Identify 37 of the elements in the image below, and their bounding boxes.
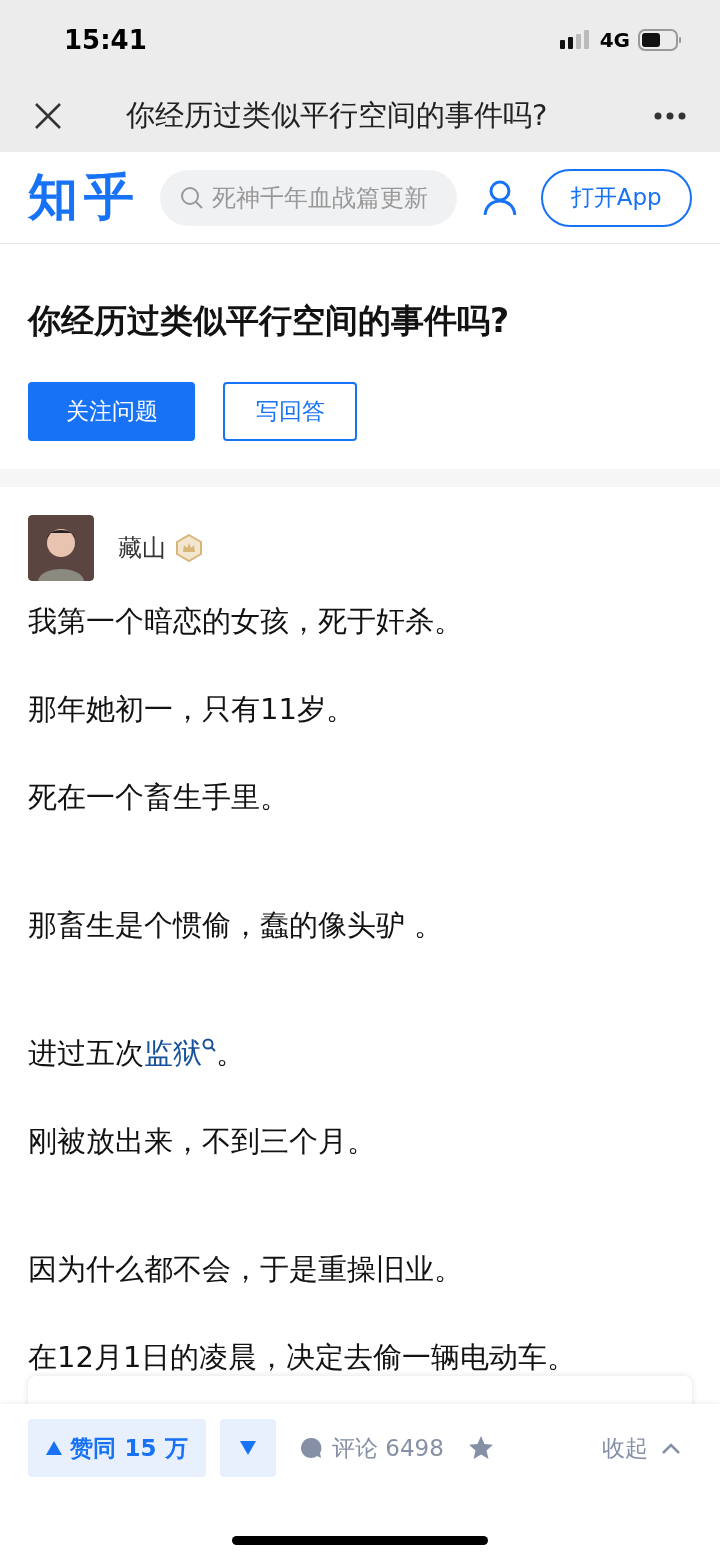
battery-icon <box>638 29 682 51</box>
search-icon <box>179 185 204 210</box>
search-field[interactable]: 死神千年血战篇更新 <box>159 169 457 226</box>
comment-icon <box>300 1437 322 1459</box>
signal-icon <box>559 30 592 50</box>
page-title: 你经历过类似平行空间的事件吗? <box>126 97 549 135</box>
collapse-button[interactable]: 收起 <box>602 1430 680 1466</box>
search-icon <box>202 1037 216 1052</box>
open-app-button[interactable]: 打开App <box>540 168 692 227</box>
badge-icon <box>176 533 202 562</box>
follow-button[interactable]: 关注问题 <box>28 381 195 441</box>
answer-paragraph: 因为什么都不会，于是重操旧业。 <box>28 1250 464 1288</box>
answer-paragraph: 进过五次监狱 。 <box>28 1034 246 1072</box>
status-time: 15:41 <box>64 23 147 57</box>
author-name[interactable]: 藏山 <box>118 529 166 566</box>
network-label: 4G <box>599 27 630 54</box>
down-triangle-icon <box>240 1441 256 1455</box>
chevron-up-icon <box>662 1442 680 1454</box>
answer-paragraph: 在12月1日的凌晨，决定去偷一辆电动车。 <box>28 1338 578 1376</box>
downvote-button[interactable] <box>220 1419 276 1477</box>
write-answer-button[interactable]: 写回答 <box>223 381 357 441</box>
answer-paragraph: 那年她初一，只有11岁。 <box>28 690 356 728</box>
upvote-button[interactable]: 赞同 15 万 <box>28 1419 206 1477</box>
up-triangle-icon <box>46 1441 63 1455</box>
comments-button[interactable]: 评论 6498 <box>300 1430 444 1466</box>
user-icon[interactable] <box>482 179 517 216</box>
question-title: 你经历过类似平行空间的事件吗? <box>28 300 511 342</box>
author-avatar[interactable] <box>28 514 94 581</box>
answer-paragraph: 那畜生是个惯偷，蠢的像头驴 。 <box>28 906 445 944</box>
answer-paragraph: 刚被放出来，不到三个月。 <box>28 1122 377 1160</box>
more-icon[interactable] <box>654 112 686 120</box>
search-link[interactable]: 监狱 <box>144 1035 216 1070</box>
star-icon[interactable] <box>467 1435 494 1461</box>
answer-paragraph: 我第一个暗恋的女孩，死于奸杀。 <box>28 602 464 640</box>
close-icon[interactable] <box>34 102 62 130</box>
logo[interactable]: 知乎 <box>28 160 158 235</box>
answer-paragraph: 死在一个畜生手里。 <box>28 778 290 816</box>
